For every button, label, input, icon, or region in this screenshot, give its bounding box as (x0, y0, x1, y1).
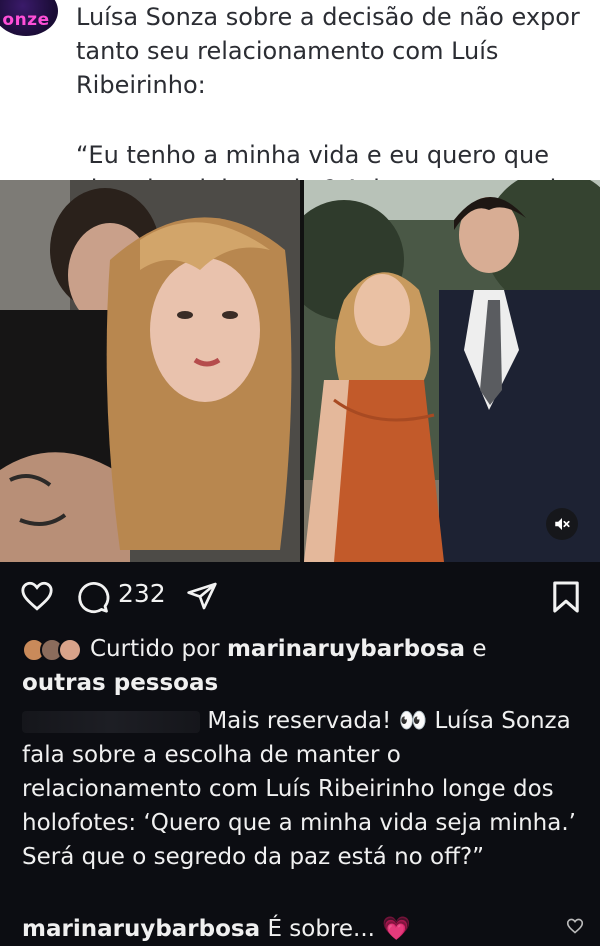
liker-username[interactable]: marinaruybarbosa (227, 636, 465, 662)
comment-like-icon[interactable] (566, 918, 584, 939)
avatar (58, 637, 82, 662)
bookmark-icon[interactable] (552, 580, 580, 619)
photo-couple (304, 180, 600, 562)
selfie-illustration (0, 180, 300, 562)
action-bar (0, 562, 600, 630)
comment-text: É sobre... 💗 (267, 916, 411, 942)
blurred-username[interactable] (22, 710, 200, 733)
likes-summary[interactable]: Curtido por marinaruybarbosa e outras pe… (22, 632, 582, 700)
comment-icon[interactable] (76, 580, 110, 619)
share-icon[interactable] (186, 580, 218, 617)
brand-logo-text: onze (2, 10, 50, 30)
mute-button[interactable] (546, 508, 578, 540)
post-media[interactable] (0, 180, 600, 562)
heart-icon[interactable] (20, 580, 54, 617)
couple-illustration (304, 180, 600, 562)
comment-username[interactable]: marinaruybarbosa (22, 916, 260, 942)
likes-others[interactable]: outras pessoas (22, 670, 218, 696)
muted-speaker-icon (555, 518, 570, 530)
post-caption: Mais reservada! 👀 Luísa Sonza fala sobre… (22, 704, 582, 874)
likes-connector: e (472, 636, 487, 662)
headline: Luísa Sonza sobre a decisão de não expor… (76, 3, 580, 99)
brand-avatar[interactable]: onze (0, 0, 58, 36)
likes-prefix: Curtido por (90, 636, 220, 662)
comment-count: 232 (118, 579, 166, 608)
photo-selfie (0, 180, 300, 562)
liker-avatars (22, 637, 86, 662)
comment-row: marinaruybarbosa É sobre... 💗 (22, 912, 582, 946)
news-header: onze Luísa Sonza sobre a decisão de não … (0, 0, 600, 237)
